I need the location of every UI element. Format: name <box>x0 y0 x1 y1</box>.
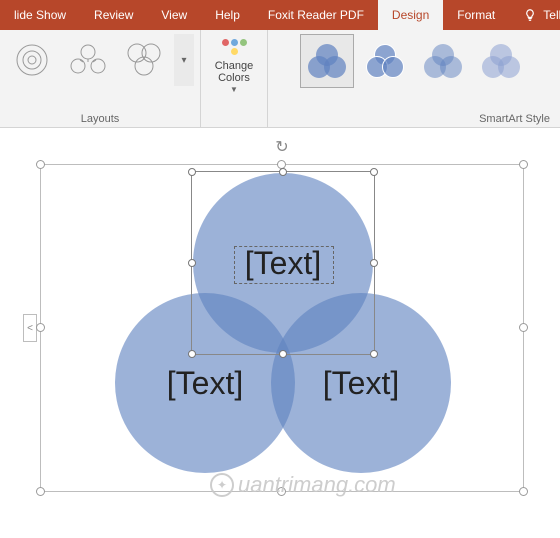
layout-thumb-3[interactable] <box>118 34 170 86</box>
ribbon: ▾ Layouts Change Colors ▼ <box>0 30 560 128</box>
resize-handle[interactable] <box>188 259 196 267</box>
group-styles-label: SmartArt Style <box>479 113 550 125</box>
tab-format[interactable]: Format <box>443 0 509 30</box>
resize-handle[interactable] <box>188 168 196 176</box>
layout-thumb-2[interactable] <box>62 34 114 86</box>
style-thumb-3[interactable] <box>416 34 470 88</box>
style-thumb-1[interactable] <box>300 34 354 88</box>
resize-handle[interactable] <box>279 168 287 176</box>
chevron-down-icon: ▼ <box>230 86 238 95</box>
ribbon-tabstrip: lide Show Review View Help Foxit Reader … <box>0 0 560 30</box>
tab-view[interactable]: View <box>147 0 201 30</box>
venn-diagram: [Text] [Text] [Text] <box>41 165 523 491</box>
layout-thumb-1[interactable] <box>6 34 58 86</box>
shape-selection-box[interactable] <box>191 171 375 355</box>
change-colors-button[interactable]: Change Colors ▼ <box>207 34 261 95</box>
tab-review[interactable]: Review <box>80 0 147 30</box>
text-pane-expand-button[interactable]: < <box>23 314 37 342</box>
smartart-selection-frame[interactable]: ↻ < [Text] [Text] [Text] <box>40 164 524 492</box>
rotate-handle-icon[interactable]: ↻ <box>272 137 292 157</box>
slide-canvas[interactable]: ↻ < [Text] [Text] [Text] <box>0 128 560 538</box>
tellme-label: Tell me <box>543 8 560 22</box>
resize-handle[interactable] <box>370 168 378 176</box>
resize-handle[interactable] <box>370 350 378 358</box>
group-layouts-label: Layouts <box>81 113 120 125</box>
text-placeholder-box[interactable] <box>234 246 334 284</box>
change-colors-icon <box>221 36 247 58</box>
resize-handle[interactable] <box>370 259 378 267</box>
resize-handle[interactable] <box>279 350 287 358</box>
tab-tellme[interactable]: Tell me <box>509 0 560 30</box>
tab-foxit[interactable]: Foxit Reader PDF <box>254 0 378 30</box>
lightbulb-icon <box>523 8 537 22</box>
tab-design[interactable]: Design <box>378 0 443 30</box>
tab-slideshow[interactable]: lide Show <box>0 0 80 30</box>
group-smartart-styles: SmartArt Style <box>268 30 560 127</box>
group-change-colors: Change Colors ▼ <box>201 30 268 127</box>
group-layouts: ▾ Layouts <box>0 30 201 127</box>
tab-help[interactable]: Help <box>201 0 254 30</box>
style-thumb-2[interactable] <box>358 34 412 88</box>
change-colors-label: Change Colors <box>215 60 254 84</box>
style-thumb-4[interactable] <box>474 34 528 88</box>
layout-more-button[interactable]: ▾ <box>174 34 194 86</box>
resize-handle[interactable] <box>188 350 196 358</box>
